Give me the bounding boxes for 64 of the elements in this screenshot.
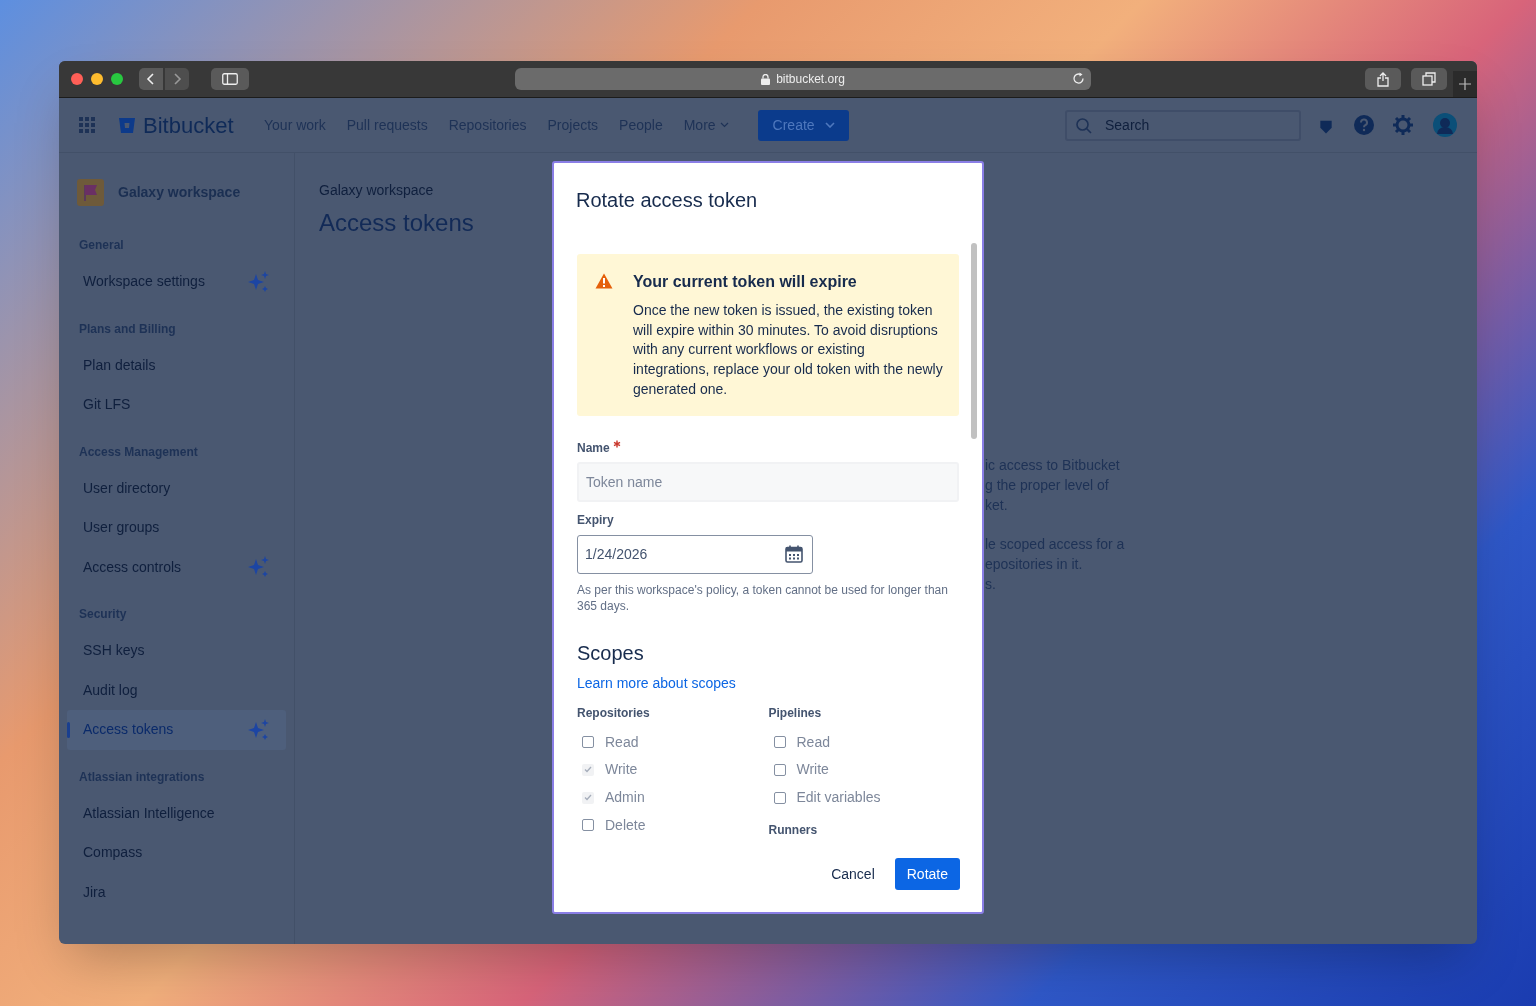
group-heading: Pipelines [768,704,823,722]
product-name[interactable]: Bitbucket [143,108,234,142]
sidebar-item[interactable]: Atlassian Intelligence [67,793,286,833]
cancel-button[interactable]: Cancel [819,858,887,890]
name-input-field[interactable]: Token name [577,461,959,502]
reload-icon[interactable] [1072,72,1085,85]
rotate-button[interactable]: Rotate [894,858,960,890]
learn-more-link[interactable]: Learn more about scopes [577,672,736,694]
window-control-icon[interactable] [111,73,123,85]
sidebar-item[interactable]: SSH keys [67,631,286,671]
sidebar-item[interactable]: Workspace settings [67,262,286,302]
address-bar[interactable]: bitbucket.org [515,68,1091,90]
field-label: Expiry [577,511,615,529]
sidebar-item[interactable]: User groups [67,508,286,548]
tabs-overview-button[interactable] [1411,68,1447,90]
page-title: Access tokens [319,208,475,238]
create-button[interactable]: Create [758,109,850,141]
scrollbar-thumb[interactable] [971,243,977,439]
tabs-icon [1422,72,1436,86]
calendar-icon[interactable] [785,545,803,563]
sidebar-item[interactable]: Access controls [67,547,286,587]
bucket-logo-icon [119,117,135,133]
share-button[interactable] [1365,68,1401,90]
warning-title: Your current token will expire [633,272,858,292]
chevron-down-icon [719,122,729,128]
lock-icon [761,73,771,85]
avatar-icon[interactable] [1433,113,1457,137]
sidebar-icon [222,73,238,85]
group-heading: Repositories [577,704,651,722]
sidebar-item[interactable]: User directory [67,468,286,508]
search-field[interactable]: Search [1065,109,1301,141]
dialog-title: Rotate access token [575,188,759,213]
breadcrumb-link[interactable]: Galaxy workspace [319,180,434,201]
help-icon[interactable] [1353,114,1375,136]
url-text: bitbucket.org [776,71,845,88]
sidebar-item[interactable]: Access tokens [67,710,286,750]
chevron-left-icon [145,73,157,85]
selection-indicator [67,722,70,738]
settings-icon[interactable] [1393,115,1413,135]
sidebar-item[interactable]: Jira [67,872,286,912]
field-label: Name [577,439,610,457]
chevron-down-icon [824,122,835,128]
share-icon [1377,71,1389,87]
search-icon [1076,117,1092,134]
forward-button[interactable] [165,68,189,90]
sidebar-item[interactable]: Git LFS [67,385,286,425]
sidebar-toggle-button[interactable] [211,68,249,90]
warning-message: Once the new token is issued, the existing token will expire within 30 minutes. To avoid disruptions with any current workflows or existing integrations, replace your old token with the newly generated one. [633,301,943,399]
app-switcher-icon[interactable] [79,117,95,133]
sidebar-item[interactable]: Plan details [67,345,286,385]
date-field[interactable]: 1/24/2026 [577,534,813,574]
plus-icon [1459,78,1471,90]
group-heading: Runners [768,822,819,840]
window-control-icon[interactable] [91,73,103,85]
warning-icon [595,273,613,289]
sidebar-item[interactable]: Compass [67,833,286,873]
sidebar-item[interactable]: Audit log [67,670,286,710]
chevron-right-icon [171,73,183,85]
help-text: As per this workspace's policy, a token cannot be used for longer than 365 days. [577,581,949,614]
workspace-avatar-icon [77,179,104,206]
back-button[interactable] [139,68,163,90]
window-control-icon[interactable] [71,73,83,85]
new-tab-button[interactable] [1453,71,1477,97]
section-title: Scopes [577,640,645,666]
